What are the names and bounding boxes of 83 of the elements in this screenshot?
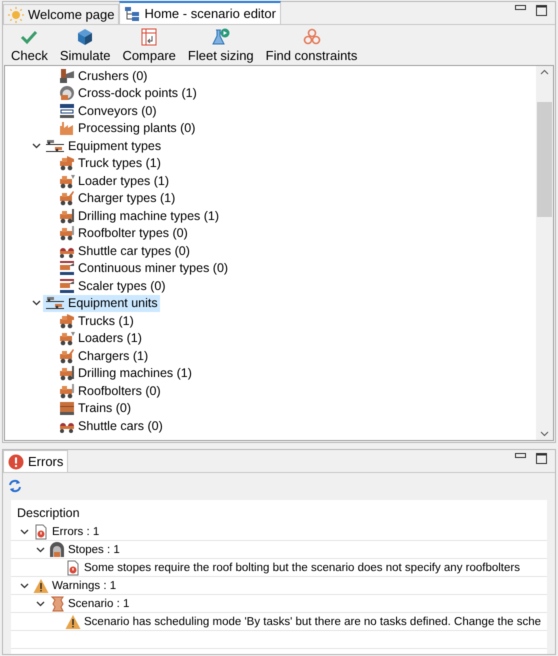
toolbar-button[interactable]: Compare <box>120 28 178 63</box>
tree-item[interactable]: Crushers (0) <box>57 67 150 84</box>
drill-icon <box>59 365 75 382</box>
knot-icon <box>302 28 321 46</box>
minimize-icon[interactable] <box>515 453 526 458</box>
problem-text: Scenario has scheduling mode 'By tasks' but there are no tasks defined. Change the sche <box>83 616 542 628</box>
miner-icon <box>59 278 75 294</box>
tree-item[interactable]: Equipment units <box>43 294 160 312</box>
problem-text: Some stopes require the roof bolting but the scenario does not specify any roofbolters <box>83 562 520 574</box>
chevron-down-icon[interactable] <box>32 300 40 306</box>
editor-tab[interactable]: Welcome page <box>3 4 120 24</box>
roofbolter-icon <box>59 225 75 242</box>
sun-icon <box>8 6 24 22</box>
tree-item[interactable]: Continuous miner types (0) <box>57 260 230 277</box>
chevron-down-icon[interactable] <box>36 600 44 606</box>
tree-item[interactable]: Trucks (1) <box>57 312 136 330</box>
cube-icon <box>76 28 94 46</box>
tree-item[interactable]: Loaders (1) <box>57 330 144 347</box>
scroll-icon <box>49 596 65 612</box>
problem-text: Scenario : 1 <box>67 598 130 610</box>
tree-item[interactable]: Conveyors (0) <box>57 102 158 120</box>
scroll-thumb[interactable] <box>537 102 552 216</box>
tree-item[interactable]: Drilling machine types (1) <box>57 207 222 224</box>
warning-icon <box>65 614 81 630</box>
error-document-icon <box>65 560 81 576</box>
charger-icon <box>59 190 75 206</box>
problem-text: Errors : 1 <box>51 526 100 538</box>
error-document-icon <box>33 524 49 540</box>
toolbar-button[interactable]: Check <box>9 28 50 63</box>
check-icon <box>20 28 38 46</box>
tree-item[interactable]: Truck types (1) <box>57 154 163 172</box>
table-compare-icon <box>140 28 158 46</box>
tree-item[interactable]: Equipment types <box>43 137 164 154</box>
tree-item[interactable]: Scaler types (0) <box>57 277 168 294</box>
errors-tab[interactable]: Errors <box>3 450 68 472</box>
chevron-down-icon[interactable] <box>36 546 44 552</box>
tree-item[interactable]: Roofbolters (0) <box>57 382 163 400</box>
chevron-down-icon[interactable] <box>20 528 28 534</box>
drill-icon <box>59 208 75 224</box>
problem-text: Stopes : 1 <box>67 544 120 556</box>
scroll-up-icon[interactable] <box>540 69 549 75</box>
factory-icon <box>59 120 75 136</box>
problem-text: Warnings : 1 <box>51 580 116 592</box>
tree-item[interactable]: Charger types (1) <box>57 190 178 207</box>
tree-item[interactable]: Drilling machines (1) <box>57 364 194 382</box>
tree-item[interactable]: Loader types (1) <box>57 172 172 190</box>
truck-icon <box>59 312 75 329</box>
charger-icon <box>59 348 75 364</box>
warning-icon <box>33 578 49 594</box>
loader-icon <box>59 330 75 346</box>
truck-icon <box>59 155 75 172</box>
column-header[interactable]: Description <box>11 500 547 523</box>
tree-item[interactable]: Processing plants (0) <box>57 120 198 137</box>
scroll-down-icon[interactable] <box>540 431 549 437</box>
miner-icon <box>59 260 75 276</box>
minimize-icon[interactable] <box>515 5 526 10</box>
tree-item[interactable]: Shuttle cars (0) <box>57 417 165 434</box>
crusher-icon <box>59 68 75 84</box>
tree-item[interactable]: Roofbolter types (0) <box>57 224 190 242</box>
tree-item[interactable]: Chargers (1) <box>57 347 150 364</box>
equipment-group-icon <box>45 138 65 154</box>
tree-item[interactable]: Cross-dock points (1) <box>57 84 199 102</box>
scrollbar[interactable] <box>536 66 553 440</box>
error-icon <box>8 454 24 470</box>
toolbar-button[interactable]: Fleet sizing <box>186 28 256 63</box>
chevron-down-icon[interactable] <box>20 582 28 588</box>
roofbolter-icon <box>59 382 75 399</box>
editor-tab[interactable]: Home - scenario editor <box>119 1 281 24</box>
loader-icon <box>59 172 75 189</box>
tree-item[interactable]: Shuttle car types (0) <box>57 242 192 260</box>
refresh-icon[interactable] <box>9 479 21 493</box>
maximize-icon[interactable] <box>536 5 547 16</box>
tree-structure-icon <box>124 6 140 22</box>
equipment-group-icon <box>45 295 65 312</box>
toolbar-button[interactable]: Simulate <box>58 28 112 63</box>
toolbar-button[interactable]: Find constraints <box>264 28 360 63</box>
tree-item[interactable]: Trains (0) <box>57 400 134 417</box>
chevron-down-icon[interactable] <box>32 142 40 149</box>
train-icon <box>59 400 75 416</box>
conveyor-icon <box>59 102 75 119</box>
flask-play-icon <box>212 28 230 46</box>
maximize-icon[interactable] <box>536 453 547 464</box>
tunnel-icon <box>49 542 65 558</box>
